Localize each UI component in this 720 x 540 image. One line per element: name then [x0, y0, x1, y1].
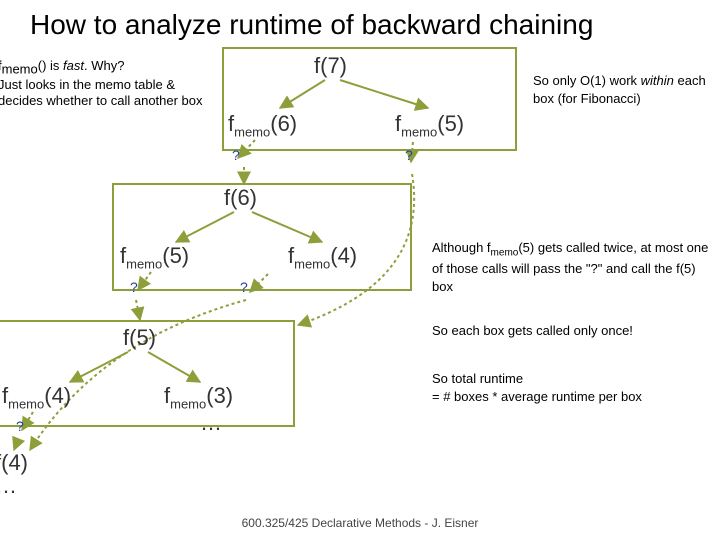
note-once: So each box gets called only once! — [432, 322, 633, 340]
node-f6: f(6) — [224, 185, 257, 211]
note-twice: Although fmemo(5) gets called twice, at … — [432, 239, 712, 295]
slide-title: How to analyze runtime of backward chain… — [30, 10, 593, 41]
note-o1: So only O(1) work within each box (for F… — [533, 72, 718, 107]
node-fmemo4b: fmemo(4) — [2, 383, 71, 411]
box-f6 — [112, 183, 412, 291]
node-f7: f(7) — [314, 53, 347, 79]
qmark-2: ? — [405, 147, 413, 163]
left-explanation: fmemo() is fast. Why? Just looks in the … — [0, 58, 208, 108]
qmark-1: ? — [232, 147, 240, 163]
qmark-3: ? — [130, 279, 138, 295]
slide: How to analyze runtime of backward chain… — [0, 0, 720, 540]
node-fmemo3: fmemo(3) — [164, 383, 233, 411]
node-fmemo6: fmemo(6) — [228, 111, 297, 139]
node-dots2: … — [0, 473, 17, 499]
qmark-4: ? — [240, 279, 248, 295]
note-total: So total runtime = # boxes * average run… — [432, 370, 642, 405]
node-fmemo5a: fmemo(5) — [395, 111, 464, 139]
node-f5: f(5) — [123, 325, 156, 351]
qmark-5: ? — [16, 418, 24, 434]
slide-footer: 600.325/425 Declarative Methods - J. Eis… — [0, 516, 720, 530]
node-dots1: … — [200, 410, 222, 436]
node-fmemo4a: fmemo(4) — [288, 243, 357, 271]
node-fmemo5b: fmemo(5) — [120, 243, 189, 271]
